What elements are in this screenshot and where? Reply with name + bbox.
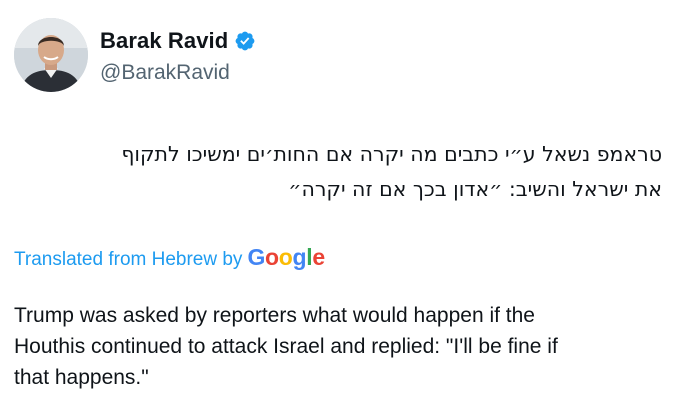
- translation-attribution[interactable]: Translated from Hebrew by Google: [14, 244, 325, 271]
- original-tweet-text: טראמפ נשאל ע״י כתבים מה יקרה אם החות׳ים …: [22, 137, 662, 207]
- author-display-name[interactable]: Barak Ravid: [100, 28, 228, 54]
- avatar[interactable]: [14, 18, 88, 92]
- original-text-line: טראמפ נשאל ע״י כתבים מה יקרה אם החות׳ים …: [121, 142, 662, 166]
- profile-photo-icon: [14, 18, 88, 92]
- translated-text-line: Houthis continued to attack Israel and r…: [14, 335, 558, 358]
- author-name-row: Barak Ravid: [100, 27, 256, 55]
- google-logo-icon: Google: [247, 244, 325, 270]
- translated-text-line: that happens.": [14, 366, 149, 389]
- verified-badge-icon[interactable]: [234, 30, 256, 52]
- original-text-line: את ישראל והשיב: ״אדון בכך אם זה יקרה״: [288, 177, 662, 201]
- translated-tweet-text: Trump was asked by reporters what would …: [14, 300, 664, 393]
- translation-label: Translated from Hebrew by: [14, 249, 243, 270]
- translated-text-line: Trump was asked by reporters what would …: [14, 304, 535, 327]
- author-handle[interactable]: @BarakRavid: [100, 61, 230, 85]
